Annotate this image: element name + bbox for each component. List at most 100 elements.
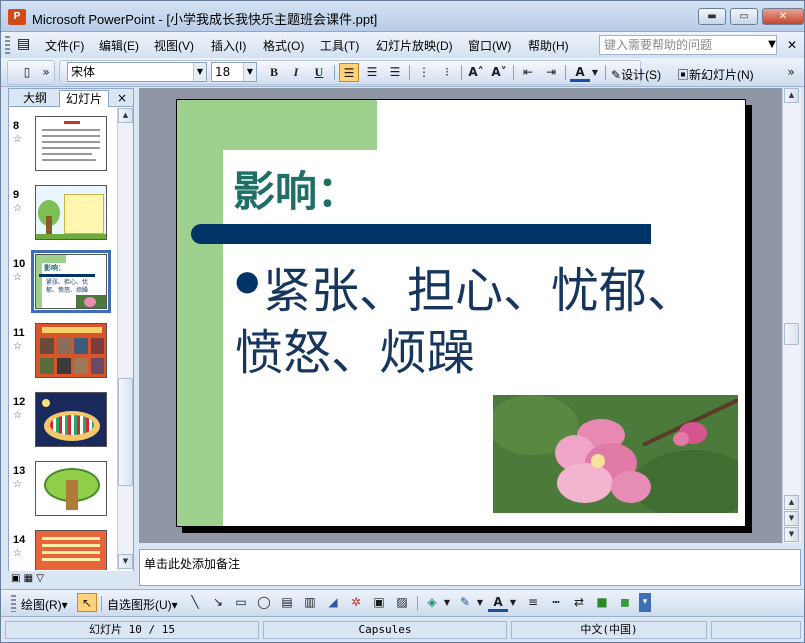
arrow-icon[interactable]: ↘: [208, 593, 228, 612]
fill-color-icon[interactable]: ◈: [422, 593, 442, 612]
menu-file[interactable]: 文件(F): [45, 37, 84, 54]
clipart-icon[interactable]: ▣: [369, 593, 389, 612]
toolbar-overflow-icon[interactable]: »: [41, 63, 51, 82]
slide-sorter-icon[interactable]: ▦: [24, 573, 33, 584]
numbered-list-icon[interactable]: ⋮: [414, 63, 434, 82]
slide-number: 8: [13, 120, 20, 132]
increase-indent-icon[interactable]: ⇥: [541, 63, 561, 82]
help-search-input[interactable]: 键入需要帮助的问题: [599, 35, 777, 55]
document-icon[interactable]: ▤: [17, 35, 30, 52]
menu-window[interactable]: 窗口(W): [468, 37, 511, 54]
slide-thumbnail[interactable]: [35, 461, 107, 516]
document-close-icon[interactable]: ✕: [781, 35, 803, 55]
underline-button[interactable]: U: [309, 63, 329, 82]
font-size-select[interactable]: 18 ▼: [211, 62, 257, 82]
new-slide-button[interactable]: ▣新幻灯片(N): [677, 66, 754, 83]
close-button[interactable]: ✕: [762, 8, 804, 25]
menu-tools[interactable]: 工具(T): [320, 37, 359, 54]
rectangle-icon[interactable]: ▭: [231, 593, 251, 612]
chevron-down-icon[interactable]: ▼: [442, 593, 452, 612]
slide-thumbnail[interactable]: [35, 530, 107, 570]
design-button[interactable]: ✎设计(S): [611, 66, 661, 83]
slide-thumbnail[interactable]: [35, 323, 107, 378]
tab-slides[interactable]: 幻灯片: [59, 90, 109, 107]
toolbar-separator: [417, 596, 418, 611]
line-color-icon[interactable]: ✎: [455, 593, 475, 612]
chevron-down-icon[interactable]: ▼: [508, 593, 518, 612]
animation-star-icon: ☆: [13, 134, 22, 145]
slide-body-text[interactable]: 紧张、担心、忧郁、愤怒、烦躁: [235, 260, 695, 384]
slide-thumbnail[interactable]: [35, 392, 107, 447]
pane-close-icon[interactable]: ×: [117, 89, 127, 107]
menubar-grip[interactable]: [5, 36, 10, 54]
wordart-icon[interactable]: ◢: [323, 593, 343, 612]
scroll-up-icon[interactable]: ▲: [784, 88, 799, 103]
dash-style-icon[interactable]: ┅: [546, 593, 566, 612]
slide-scrollbar[interactable]: ▲ ▲ ▼ ▼: [782, 88, 801, 543]
align-center-icon[interactable]: ☰: [362, 63, 382, 82]
bullet-list-icon[interactable]: ⁝: [437, 63, 457, 82]
autoshapes-button[interactable]: 自选图形(U)▾: [107, 596, 178, 613]
tab-outline[interactable]: 大纲: [17, 90, 53, 107]
minimize-button[interactable]: ▬: [698, 8, 726, 25]
menu-slideshow[interactable]: 幻灯片放映(D): [376, 37, 453, 54]
arrow-style-icon[interactable]: ⇄: [569, 593, 589, 612]
font-color-icon[interactable]: A: [488, 593, 508, 612]
draw-menu-button[interactable]: 绘图(R)▾: [21, 596, 68, 613]
normal-view-icon[interactable]: ▣: [11, 573, 20, 584]
scroll-thumb[interactable]: [118, 378, 133, 486]
menu-view[interactable]: 视图(V): [154, 37, 194, 54]
new-document-icon[interactable]: ▯: [17, 63, 37, 82]
scroll-down-icon[interactable]: ▼: [118, 554, 133, 569]
oval-icon[interactable]: ◯: [254, 593, 274, 612]
scroll-up-icon[interactable]: ▲: [118, 108, 133, 123]
diagram-icon[interactable]: ✲: [346, 593, 366, 612]
font-color-button[interactable]: A: [570, 63, 590, 82]
align-right-icon[interactable]: ☰: [385, 63, 405, 82]
scroll-thumb[interactable]: [784, 323, 799, 345]
3d-style-icon[interactable]: ◼: [615, 593, 635, 612]
help-dropdown-icon[interactable]: ▼: [765, 35, 779, 55]
toolbar-options-icon[interactable]: ▾: [639, 593, 651, 612]
menu-insert[interactable]: 插入(I): [211, 37, 246, 54]
slideshow-icon[interactable]: ▽: [36, 573, 44, 584]
decrease-font-button[interactable]: A˅: [489, 63, 509, 82]
slide-thumbnail-selected[interactable]: 影响： 紧张、担心、忧郁、愤怒、烦躁: [31, 250, 111, 313]
chevron-down-icon[interactable]: ▼: [475, 593, 485, 612]
italic-button[interactable]: I: [286, 63, 306, 82]
menu-help[interactable]: 帮助(H): [528, 37, 569, 54]
bold-button[interactable]: B: [264, 63, 284, 82]
next-slide-icon[interactable]: ▼: [784, 511, 799, 526]
textbox-icon[interactable]: ▤: [277, 593, 297, 612]
scroll-down-icon[interactable]: ▼: [784, 527, 799, 542]
notes-pane[interactable]: 单击此处添加备注: [139, 549, 801, 586]
slide-thumbnail[interactable]: [35, 185, 107, 240]
increase-font-button[interactable]: A˄: [466, 63, 486, 82]
menu-format[interactable]: 格式(O): [263, 37, 304, 54]
chevron-down-icon[interactable]: ▼: [590, 63, 600, 82]
toolbar-overflow-icon[interactable]: »: [785, 63, 797, 82]
slide-thumbnail[interactable]: [35, 116, 107, 171]
slide-title[interactable]: 影响：: [233, 158, 359, 219]
shadow-style-icon[interactable]: ■: [592, 593, 612, 612]
drawbar-grip[interactable]: [11, 595, 16, 612]
menu-edit[interactable]: 编辑(E): [99, 37, 139, 54]
animation-star-icon: ☆: [13, 479, 22, 490]
line-style-icon[interactable]: ≡: [523, 593, 543, 612]
current-slide[interactable]: 影响： ● 紧张、担心、忧郁、愤怒、烦躁: [176, 99, 746, 527]
line-icon[interactable]: ╲: [185, 593, 205, 612]
vertical-textbox-icon[interactable]: ▥: [300, 593, 320, 612]
powerpoint-app-icon[interactable]: P: [8, 9, 26, 25]
picture-icon[interactable]: ▨: [392, 593, 412, 612]
chevron-down-icon[interactable]: ▼: [193, 63, 206, 81]
chevron-down-icon[interactable]: ▼: [243, 63, 256, 81]
align-left-icon[interactable]: ☰: [339, 63, 359, 82]
font-name-select[interactable]: 宋体 ▼: [67, 62, 207, 82]
blossom-photo[interactable]: [493, 395, 738, 513]
thumbnail-scrollbar[interactable]: ▲ ▼: [117, 108, 133, 570]
slide-number: 14: [13, 534, 26, 546]
previous-slide-icon[interactable]: ▲: [784, 495, 799, 510]
maximize-button[interactable]: ▭: [730, 8, 758, 25]
decrease-indent-icon[interactable]: ⇤: [518, 63, 538, 82]
select-pointer-icon[interactable]: ↖: [77, 593, 97, 612]
